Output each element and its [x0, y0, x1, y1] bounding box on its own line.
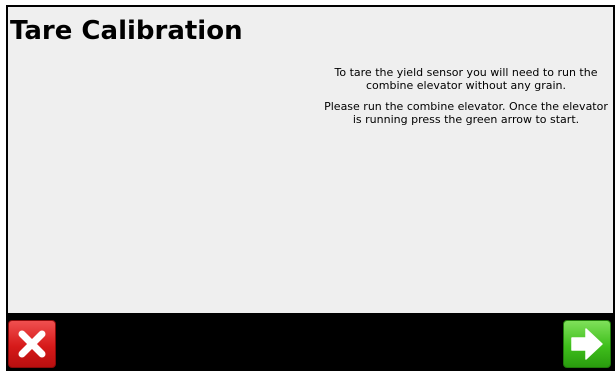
close-icon: [18, 330, 46, 358]
content-area: Tare Calibration To tare the yield senso…: [8, 7, 613, 313]
page-title: Tare Calibration: [10, 16, 243, 46]
bottom-toolbar: [6, 313, 615, 371]
arrow-right-icon: [571, 328, 603, 360]
cancel-button[interactable]: [8, 320, 56, 368]
instruction-paragraph-2: Please run the combine elevator. Once th…: [324, 100, 608, 126]
instruction-paragraph-1: To tare the yield sensor you will need t…: [334, 66, 598, 92]
instructions-text: To tare the yield sensor you will need t…: [324, 66, 608, 134]
next-button[interactable]: [563, 320, 611, 368]
calibration-screen: Tare Calibration To tare the yield senso…: [6, 5, 615, 371]
